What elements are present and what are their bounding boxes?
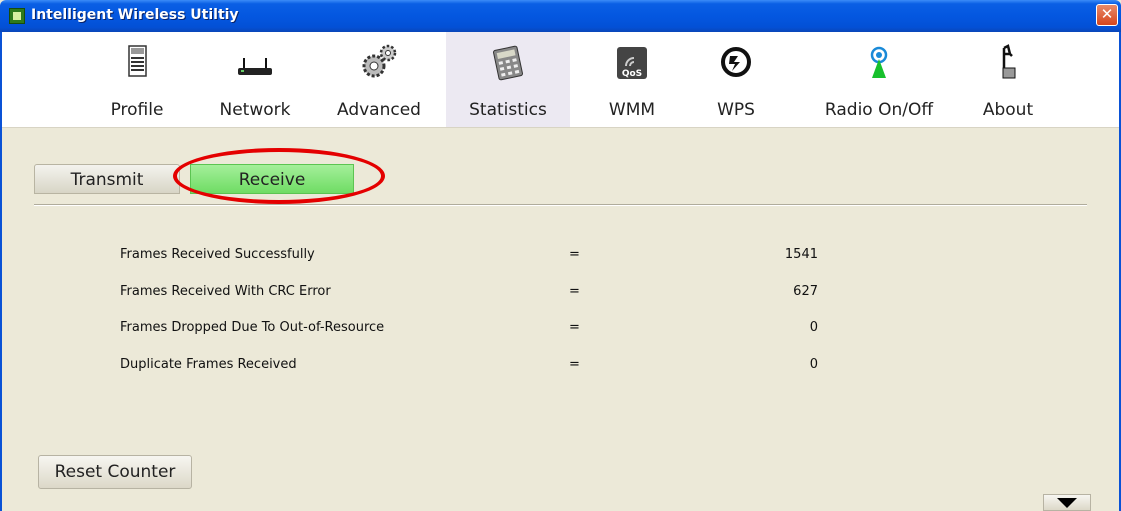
gears-icon <box>362 44 397 78</box>
svg-text:QoS: QoS <box>622 69 642 79</box>
stat-separator: = <box>569 247 580 262</box>
toolbar-profile[interactable]: Profile <box>82 32 192 127</box>
stat-label: Frames Received Successfully <box>120 247 315 262</box>
scroll-down-arrow-icon[interactable] <box>1043 494 1091 511</box>
stat-label: Duplicate Frames Received <box>120 357 297 372</box>
stat-value: 0 <box>809 320 818 335</box>
toolbar-radio-label: Radio On/Off <box>824 100 934 120</box>
stat-separator: = <box>569 284 580 299</box>
stat-row: Frames Received Successfully = 1541 <box>0 247 1121 267</box>
toolbar-wmm-label: WMM <box>608 100 656 120</box>
radio-antenna-icon <box>870 46 888 78</box>
toolbar-network[interactable]: Network <box>200 32 310 127</box>
toolbar-advanced-label: Advanced <box>337 100 421 120</box>
stat-row: Duplicate Frames Received = 0 <box>0 357 1121 377</box>
close-button[interactable]: ✕ <box>1096 4 1118 26</box>
reset-counter-button[interactable]: Reset Counter <box>38 455 192 489</box>
stat-separator: = <box>569 320 580 335</box>
highlight-ellipse <box>173 148 385 204</box>
stat-value: 627 <box>793 284 818 299</box>
toolbar-radio[interactable]: Radio On/Off <box>810 32 948 127</box>
title-bar[interactable]: Intelligent Wireless Utiltiy ✕ <box>0 0 1121 32</box>
toolbar-wps-label: WPS <box>717 100 755 120</box>
network-icon <box>238 58 272 75</box>
stat-separator: = <box>569 357 580 372</box>
toolbar-advanced[interactable]: Advanced <box>324 32 434 127</box>
toolbar-profile-label: Profile <box>110 100 164 120</box>
toolbar-wmm[interactable]: QoS WMM <box>582 32 682 127</box>
stat-row: Frames Dropped Due To Out-of-Resource = … <box>0 320 1121 340</box>
wps-icon <box>721 47 751 77</box>
toolbar-network-label: Network <box>219 100 291 120</box>
profile-icon <box>128 45 147 77</box>
toolbar-about[interactable]: About <box>966 32 1050 127</box>
app-icon <box>9 8 25 24</box>
stat-label: Frames Dropped Due To Out-of-Resource <box>120 320 385 335</box>
stat-value: 1541 <box>784 247 818 262</box>
window-client: Profile Network Advanced Statistics QoS … <box>0 32 1121 511</box>
toolbar-statistics[interactable]: Statistics <box>446 32 570 127</box>
stat-value: 0 <box>809 357 818 372</box>
about-icon <box>1002 44 1016 79</box>
tab-divider <box>34 204 1087 205</box>
main-toolbar: Profile Network Advanced Statistics QoS … <box>2 32 1119 128</box>
window-title: Intelligent Wireless Utiltiy <box>31 7 239 23</box>
qos-icon: QoS <box>617 47 647 79</box>
calculator-icon <box>493 45 523 81</box>
stat-label: Frames Received With CRC Error <box>120 284 331 299</box>
toolbar-about-label: About <box>982 100 1034 120</box>
toolbar-statistics-label: Statistics <box>469 100 547 120</box>
tab-transmit[interactable]: Transmit <box>34 164 180 194</box>
toolbar-wps[interactable]: WPS <box>696 32 776 127</box>
stat-row: Frames Received With CRC Error = 627 <box>0 284 1121 304</box>
